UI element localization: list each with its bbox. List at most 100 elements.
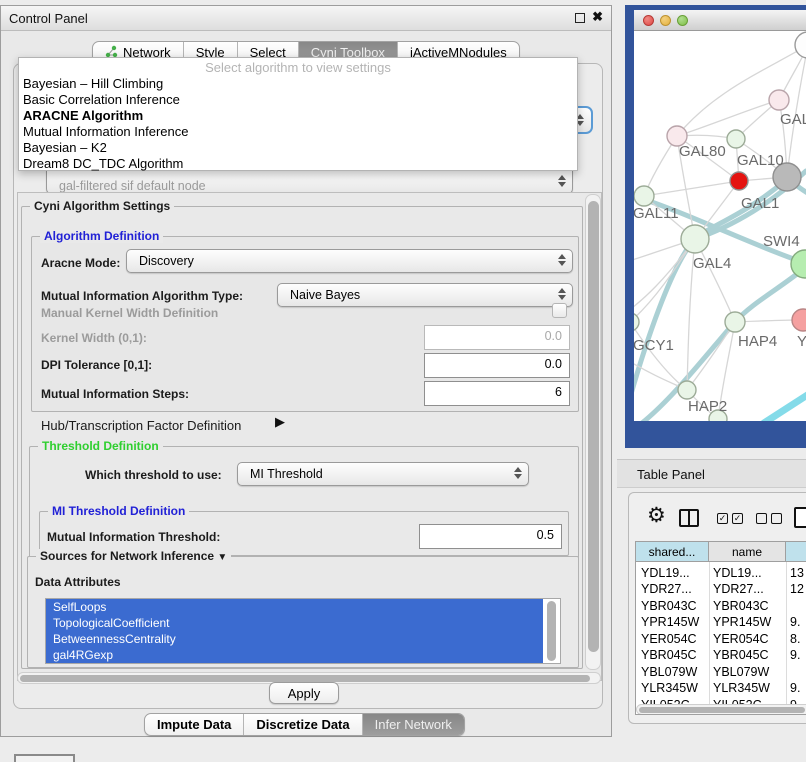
node-label: HAP4 — [738, 333, 777, 350]
network-node-gal1[interactable] — [730, 172, 748, 190]
screen: Control Panel ✖ Network Style Select Cyn… — [0, 0, 806, 762]
threshold-definition-title: Threshold Definition — [38, 439, 163, 453]
column-header-shared-name[interactable]: shared... — [636, 542, 709, 562]
node-label: SWI4 — [763, 233, 800, 250]
network-node-gal4[interactable] — [681, 225, 709, 253]
mi-steps-field[interactable]: 6 — [424, 381, 570, 406]
dropdown-item[interactable]: Mutual Information Inference — [23, 124, 188, 139]
list-vertical-scrollbar[interactable] — [547, 601, 556, 661]
aracne-mode-combo[interactable]: Discovery — [126, 249, 573, 273]
default-node-combo-value: gal-filtered sif default node — [59, 179, 206, 193]
settings-vertical-scrollbar[interactable] — [585, 194, 601, 670]
expand-arrow-icon[interactable]: ▶ — [275, 414, 285, 430]
algorithm-dropdown-popup: Select algorithm to view settings Bayesi… — [18, 57, 578, 171]
network-view-window: GAL GAL80 GAL10 GAL1 GAL11 SWI4 GAL4 GCY… — [625, 5, 806, 448]
which-threshold-combo[interactable]: MI Threshold — [237, 462, 529, 486]
node-label: GAL10 — [737, 152, 784, 169]
data-attributes-list[interactable]: SelfLoops TopologicalCoefficient Between… — [45, 598, 561, 664]
mi-type-value: Naive Bayes — [290, 288, 360, 302]
deselect-all-checkbox-icon[interactable] — [771, 513, 782, 524]
mi-threshold-label: Mutual Information Threshold: — [47, 530, 220, 544]
close-traffic-light[interactable] — [643, 15, 654, 26]
algorithm-definition-title: Algorithm Definition — [40, 229, 163, 243]
network-window-titlebar — [634, 10, 806, 31]
network-graph — [634, 31, 806, 421]
kernel-width-field[interactable]: 0.0 — [424, 325, 570, 350]
dropdown-prompt: Select algorithm to view settings — [19, 60, 577, 75]
node-table[interactable]: shared... name YDL19...YDL19...13 YDR27.… — [635, 541, 806, 715]
node-label: GAL4 — [693, 255, 731, 272]
network-canvas[interactable]: GAL GAL80 GAL10 GAL1 GAL11 SWI4 GAL4 GCY… — [634, 31, 806, 421]
column-header-partial[interactable] — [786, 542, 806, 562]
mi-type-combo[interactable]: Naive Bayes — [277, 283, 573, 307]
which-threshold-value: MI Threshold — [250, 467, 323, 481]
dropdown-item[interactable]: Bayesian – K2 — [23, 140, 107, 155]
network-node[interactable] — [792, 309, 806, 331]
table-horizontal-scrollbar[interactable] — [636, 704, 806, 715]
node-label: GAL — [780, 111, 806, 128]
tab-discretize-data[interactable]: Discretize Data — [244, 714, 362, 735]
node-label: GAL1 — [741, 195, 779, 212]
mi-steps-label: Mutual Information Steps: — [41, 387, 189, 401]
minimized-panel-box[interactable] — [14, 754, 75, 762]
tab-impute-data[interactable]: Impute Data — [145, 714, 244, 735]
apply-button[interactable]: Apply — [269, 682, 339, 704]
select-all-checkbox-icon[interactable]: ✓ — [717, 513, 728, 524]
combo-stepper-icon — [558, 254, 566, 266]
combo-stepper-icon — [558, 288, 566, 300]
column-header-name[interactable]: name — [709, 542, 786, 562]
dropdown-item[interactable]: Bayesian – Hill Climbing — [23, 76, 163, 91]
cyni-algorithm-settings-title: Cyni Algorithm Settings — [30, 199, 174, 213]
network-node[interactable] — [795, 32, 806, 58]
list-item[interactable]: TopologicalCoefficient — [46, 615, 543, 631]
dpi-tolerance-label: DPI Tolerance [0,1]: — [41, 358, 152, 372]
sources-title[interactable]: Sources for Network Inference ▼ — [36, 549, 231, 563]
network-node[interactable] — [769, 90, 789, 110]
mi-threshold-field[interactable]: 0.5 — [419, 524, 562, 549]
dropdown-item-highlighted[interactable]: ARACNE Algorithm — [23, 108, 143, 123]
dropdown-item[interactable]: Dream8 DC_TDC Algorithm — [23, 156, 183, 171]
network-node-hap4[interactable] — [725, 312, 745, 332]
dpi-tolerance-field[interactable]: 0.0 — [424, 353, 570, 378]
which-threshold-label: Which threshold to use: — [85, 468, 222, 482]
network-node-gcy1[interactable] — [634, 313, 639, 331]
grid-line — [786, 562, 787, 704]
combo-stepper-icon — [514, 467, 522, 479]
combo-stepper-icon — [558, 175, 566, 187]
aracne-mode-label: Aracne Mode: — [41, 256, 120, 270]
list-item[interactable]: BetweennessCentrality — [46, 631, 543, 647]
select-all-checkbox-icon[interactable]: ✓ — [732, 513, 743, 524]
manual-kernel-checkbox[interactable] — [552, 303, 567, 318]
mi-threshold-title: MI Threshold Definition — [48, 504, 189, 518]
aracne-mode-value: Discovery — [139, 254, 194, 268]
grid-line — [709, 562, 710, 704]
network-node-hap2[interactable] — [678, 381, 696, 399]
list-item[interactable]: gal4RGexp — [46, 647, 543, 663]
list-item[interactable]: SelfLoops — [46, 599, 543, 615]
tab-infer-network[interactable]: Infer Network — [363, 714, 464, 735]
close-icon[interactable]: ✖ — [592, 9, 603, 25]
network-node-gal10[interactable] — [727, 130, 745, 148]
hub-section-label[interactable]: Hub/Transcription Factor Definition — [41, 418, 241, 433]
collapse-arrow-icon[interactable]: ▼ — [217, 552, 227, 563]
document-icon[interactable] — [794, 507, 806, 528]
float-window-icon[interactable] — [575, 13, 585, 23]
table-panel-title: Table Panel — [637, 467, 705, 482]
cyan-edge — [764, 392, 806, 421]
node-label: GAL11 — [634, 205, 679, 222]
dropdown-item[interactable]: Basic Correlation Inference — [23, 92, 180, 107]
control-panel-titlebar: Control Panel ✖ — [1, 6, 611, 31]
gear-icon[interactable]: ⚙ — [647, 503, 666, 528]
columns-icon[interactable] — [679, 509, 699, 527]
network-node-gal11[interactable] — [634, 186, 654, 206]
bottom-tab-bar: Impute Data Discretize Data Infer Networ… — [144, 713, 465, 736]
minimize-traffic-light[interactable] — [660, 15, 671, 26]
zoom-traffic-light[interactable] — [677, 15, 688, 26]
table-panel-titlebar: Table Panel — [617, 459, 806, 488]
mi-type-label: Mutual Information Algorithm Type: — [41, 289, 243, 303]
deselect-all-checkbox-icon[interactable] — [756, 513, 767, 524]
manual-kernel-label: Manual Kernel Width Definition — [41, 306, 218, 320]
kernel-width-label: Kernel Width (0,1): — [41, 331, 147, 345]
table-panel-body: ⚙ ✓ ✓ shared... name YDL19...YDL19...13 … — [628, 492, 806, 724]
node-label: HAP2 — [688, 398, 727, 415]
